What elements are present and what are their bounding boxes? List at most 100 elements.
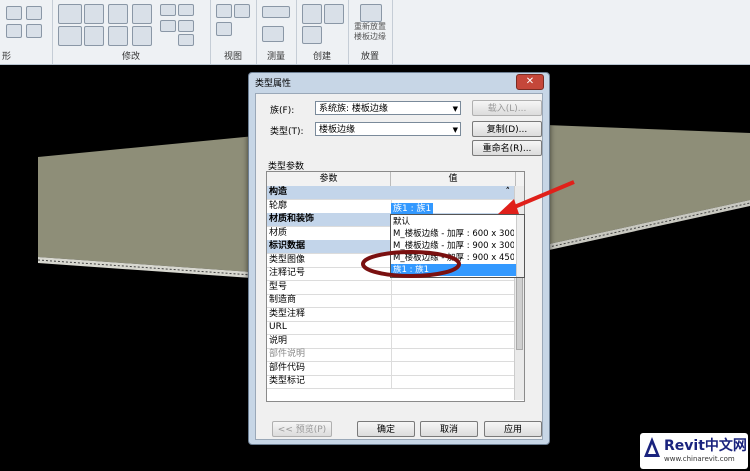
family-value: 系统族: 楼板边缘 [319,104,388,114]
parameter-name: URL [269,322,287,332]
dialog-titlebar[interactable]: 类型属性 ✕ [249,73,549,91]
ribbon-toolbar: 形 修改 视图 测量 创建 重新放置 楼板边缘 放置 [0,0,750,65]
dropdown-option[interactable]: 族1 : 族1 [391,264,518,276]
parameter-name: 类型图像 [269,254,306,265]
component-icon[interactable] [302,26,322,44]
ribbon-group-label: 修改 [121,52,140,62]
tool-icon[interactable] [26,24,42,38]
parameter-name: 部件说明 [269,349,306,359]
delete-icon[interactable] [178,34,194,46]
parameter-name: 注释记号 [269,268,306,278]
dropdown-option[interactable]: M_楼板边缘 - 加厚 : 900 x 450mm [393,252,514,264]
dialog-title: 类型属性 [255,79,292,89]
rotate-icon[interactable] [108,26,128,46]
parameter-row[interactable]: 型号 [267,280,524,295]
ok-button[interactable]: 确定 [357,421,415,437]
parameter-name: 型号 [269,281,288,292]
ribbon-group-label: 视图 [223,52,242,62]
dropdown-scrollbar[interactable] [516,215,524,277]
load-button[interactable]: 载入(L)... [472,100,542,116]
dimension-icon[interactable] [262,26,284,42]
grid-header: 参数 值 [267,172,524,187]
parameter-row[interactable]: 类型注释 [267,307,524,322]
cancel-button[interactable]: 取消 [420,421,478,437]
pin-icon[interactable] [178,20,194,32]
watermark-url: www.chinarevit.com [664,455,735,463]
move-icon[interactable] [58,26,82,46]
parameter-row[interactable]: 类型标记 [267,375,524,389]
copy-icon[interactable] [84,26,104,46]
parameter-name: 轮廓 [269,200,288,211]
close-button[interactable]: ✕ [516,74,544,90]
ribbon-group-measure: 测量 [256,0,297,64]
family-select[interactable]: 系统族: 楼板边缘 ▼ [315,101,461,115]
collapse-icon[interactable]: ˄ [506,186,511,199]
parameter-row[interactable]: 部件代码 [267,361,524,376]
parameter-row[interactable]: 部件说明 [267,348,524,362]
type-select[interactable]: 楼板边缘 ▼ [315,122,461,136]
parameter-row[interactable]: URL [267,321,524,335]
apply-button[interactable]: 应用 [484,421,542,437]
watermark-brand: Revit中文网 [664,438,747,454]
column-header-parameter[interactable]: 参数 [267,172,391,186]
tool-icon[interactable] [26,6,42,20]
ribbon-group-label: 创建 [312,52,331,62]
parameter-value[interactable] [391,294,514,307]
preview-button[interactable]: << 预览(P) [272,421,332,437]
group-row[interactable]: 构造 ˄ [267,186,524,200]
dropdown-option[interactable]: M_楼板边缘 - 加厚 : 600 x 300mm [393,228,514,240]
measure-icon[interactable] [262,6,290,18]
dropdown-option[interactable]: 默认 [393,216,514,228]
parameter-name: 材质 [269,227,288,238]
create-similar-icon[interactable] [324,4,344,24]
ribbon-group-modify: 修改 [52,0,211,64]
ribbon-group-view: 视图 [210,0,257,64]
tool-icon[interactable] [6,6,22,20]
type-value: 楼板边缘 [319,125,356,135]
duplicate-button[interactable]: 复制(D)... [472,121,542,137]
trim-icon[interactable] [132,26,152,46]
parameter-value[interactable] [391,307,514,321]
column-header-value[interactable]: 值 [391,172,516,186]
align-icon[interactable] [58,4,82,24]
override-icon[interactable] [234,4,250,18]
ribbon-group-shape: 形 [0,0,53,64]
parameter-value[interactable] [391,361,514,375]
ribbon-group-create: 创建 [296,0,349,64]
scale-icon[interactable] [160,20,176,32]
close-icon: ✕ [525,76,535,87]
watermark: Revit中文网 www.chinarevit.com [640,433,748,469]
mirror-draw-icon[interactable] [132,4,152,24]
profile-dropdown-list: 默认M_楼板边缘 - 加厚 : 600 x 300mmM_楼板边缘 - 加厚 :… [390,214,525,278]
parameter-name: 材质和装饰 [269,214,315,224]
chevron-down-icon: ▼ [452,126,458,134]
split-icon[interactable] [160,4,176,16]
parameter-row[interactable]: 说明 [267,334,524,349]
parameter-row[interactable]: 制造商 [267,294,524,308]
parameter-value[interactable] [391,280,514,294]
mirror-icon[interactable] [108,4,128,24]
revit-logo-icon [644,437,660,457]
parameter-name: 构造 [269,187,288,197]
parameter-value[interactable] [391,321,514,334]
visibility-icon[interactable] [216,22,232,36]
ribbon-group-label: 测量 [266,52,285,62]
parameter-name: 制造商 [269,295,297,305]
dropdown-option[interactable]: M_楼板边缘 - 加厚 : 900 x 300mm [393,240,514,252]
ribbon-group-place: 重新放置 楼板边缘 放置 [348,0,393,64]
tool-icon[interactable] [6,24,22,38]
parameter-value[interactable] [391,348,514,361]
create-group-icon[interactable] [302,4,322,24]
rename-button[interactable]: 重命名(R)... [472,140,542,156]
parameter-name: 说明 [269,335,288,346]
parameter-value[interactable] [391,375,514,388]
parameter-value[interactable] [391,334,514,348]
type-label: 类型(T): [270,127,304,137]
chevron-down-icon: ▼ [452,105,458,113]
array-icon[interactable] [178,4,194,16]
offset-icon[interactable] [84,4,104,24]
reposition-icon[interactable] [360,4,382,22]
parameter-name: 类型注释 [269,308,306,319]
hide-icon[interactable] [216,4,232,18]
reposition-slab-edge-button[interactable]: 重新放置 楼板边缘 [348,22,392,42]
